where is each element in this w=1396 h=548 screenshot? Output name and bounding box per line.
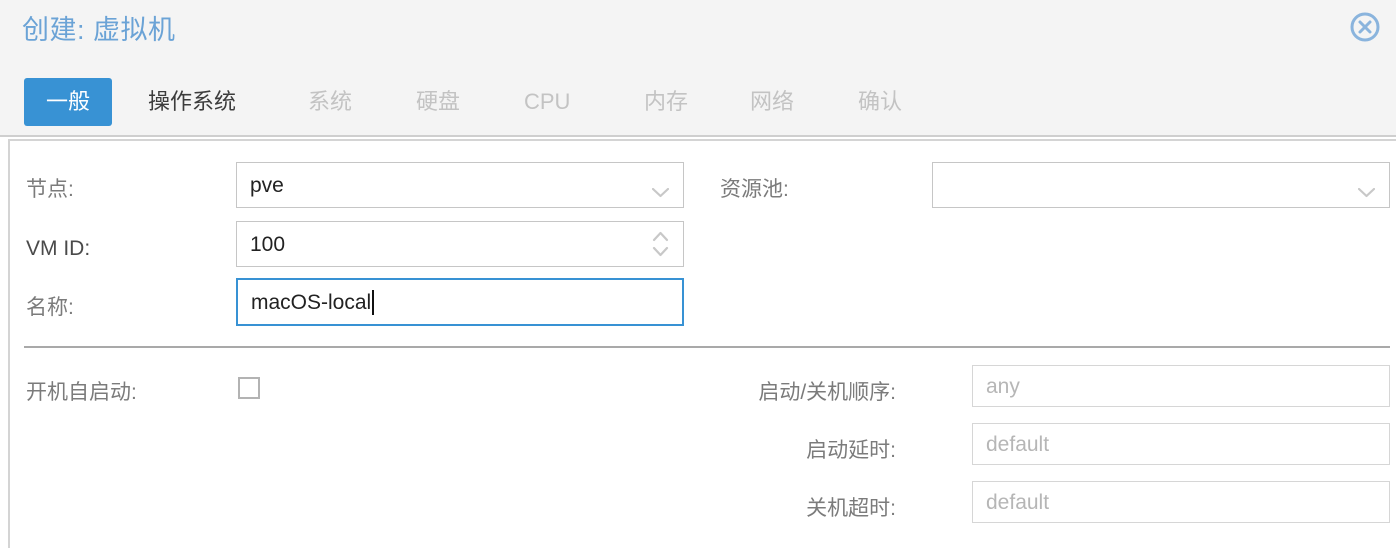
start-order-placeholder: any <box>986 374 1020 398</box>
tab-memory[interactable]: 内存 <box>632 78 700 126</box>
tab-cpu[interactable]: CPU <box>512 78 582 126</box>
close-circle-icon <box>1348 10 1382 44</box>
tab-disk[interactable]: 硬盘 <box>404 78 472 126</box>
startup-delay-label: 启动延时: <box>806 439 896 462</box>
spinner-updown-icon[interactable] <box>652 230 669 258</box>
startup-delay-placeholder: default <box>986 432 1050 456</box>
close-button[interactable] <box>1348 10 1382 44</box>
dialog-header: 创建: 虚拟机 一般 操作系统 系统 硬盘 CPU 内存 网络 确认 <box>0 0 1396 137</box>
vmid-stepper[interactable]: 100 <box>236 221 684 267</box>
vmid-label: VM ID: <box>26 237 91 260</box>
tab-os[interactable]: 操作系统 <box>136 78 248 126</box>
node-dropdown[interactable]: pve <box>236 162 684 208</box>
tab-network[interactable]: 网络 <box>738 78 806 126</box>
chevron-down-icon <box>651 180 670 198</box>
start-order-label: 启动/关机顺序: <box>758 381 896 404</box>
section-divider <box>24 346 1390 348</box>
tab-bar: 一般 操作系统 系统 硬盘 CPU 内存 网络 确认 <box>0 78 1396 128</box>
node-label: 节点: <box>26 178 74 201</box>
shutdown-timeout-label: 关机超时: <box>806 497 896 520</box>
shutdown-timeout-input[interactable]: default <box>972 481 1390 523</box>
tab-general[interactable]: 一般 <box>24 78 112 126</box>
startup-delay-input[interactable]: default <box>972 423 1390 465</box>
start-order-input[interactable]: any <box>972 365 1390 407</box>
dialog-body: 节点: pve VM ID: 100 名称: macOS-local 资源池: … <box>8 139 1396 548</box>
name-input[interactable]: macOS-local <box>236 278 684 326</box>
text-caret <box>372 289 375 315</box>
shutdown-timeout-placeholder: default <box>986 490 1050 514</box>
vmid-value: 100 <box>250 232 286 256</box>
start-at-boot-checkbox[interactable] <box>238 377 260 399</box>
create-vm-dialog: 创建: 虚拟机 一般 操作系统 系统 硬盘 CPU 内存 网络 确认 节点: p… <box>0 0 1396 548</box>
tab-confirm[interactable]: 确认 <box>846 78 914 126</box>
start-at-boot-label: 开机自启动: <box>26 381 137 404</box>
chevron-down-icon <box>1357 180 1376 198</box>
pool-dropdown[interactable] <box>932 162 1390 208</box>
tab-system[interactable]: 系统 <box>296 78 364 126</box>
dialog-title: 创建: 虚拟机 <box>22 15 176 45</box>
node-value: pve <box>250 173 284 197</box>
pool-label: 资源池: <box>720 178 789 201</box>
name-label: 名称: <box>26 296 74 319</box>
name-value: macOS-local <box>251 290 372 314</box>
